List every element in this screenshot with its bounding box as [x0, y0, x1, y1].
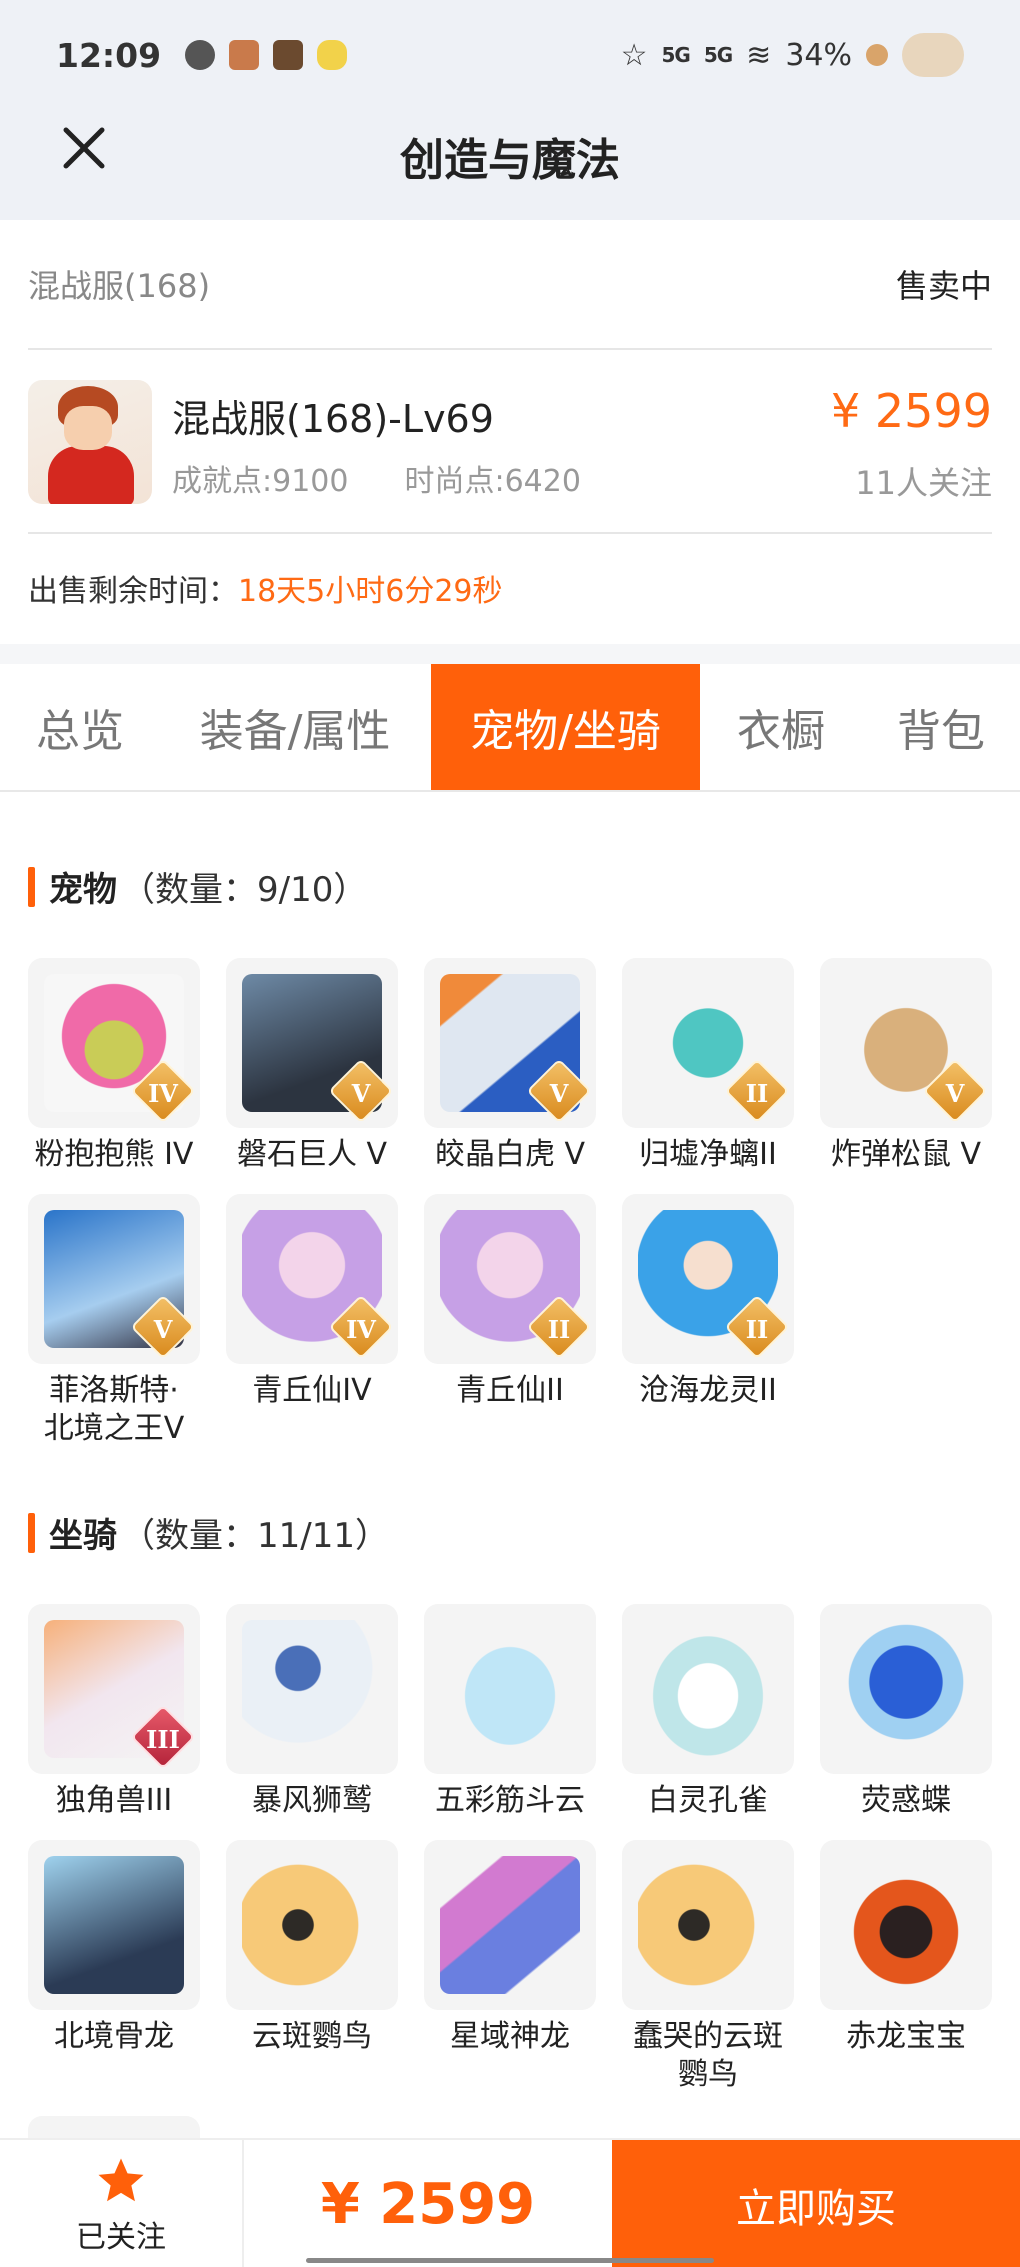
- star-filled-icon: [98, 2158, 144, 2201]
- pet-item[interactable]: IV 青丘仙IV: [226, 1194, 398, 1410]
- achievement-points: 成就点:9100: [172, 464, 349, 499]
- cookie-icon: [866, 44, 888, 66]
- mount-item[interactable]: 五彩筋斗云: [424, 1604, 596, 1820]
- mount-image: [440, 1856, 580, 1994]
- pet-name: 归墟净螭II: [639, 1137, 777, 1172]
- mount-name: 白灵孔雀: [648, 1783, 768, 1818]
- mount-name: 星域神龙: [450, 2019, 570, 2054]
- remaining-time-label: 出售剩余时间：: [28, 574, 238, 609]
- pet-item[interactable]: V 皎晶白虎 V: [424, 958, 596, 1174]
- server-name: 混战服(168): [28, 267, 211, 305]
- mount-image: [638, 1856, 778, 1994]
- tab-bar: 总览 装备/属性 宠物/坐骑 衣橱 背包: [0, 664, 1020, 792]
- pet-name: 青丘仙IV: [252, 1373, 372, 1408]
- mount-image: [440, 1620, 580, 1758]
- pet-name: 沧海龙灵II: [639, 1373, 777, 1408]
- mount-item[interactable]: 白灵孔雀: [622, 1604, 794, 1820]
- tab-overview[interactable]: 总览: [0, 664, 160, 790]
- mount-name: 独角兽III: [55, 1783, 173, 1818]
- top-header: 12:09 ☆ 5G 5G ≋ 34% 创造与魔法: [0, 0, 1020, 220]
- mount-image: [242, 1620, 382, 1758]
- mounts-section-count: （数量：11/11）: [121, 1516, 389, 1556]
- pets-section-count: （数量：9/10）: [121, 870, 368, 910]
- signal-icon-2: 5G: [703, 43, 733, 67]
- mount-item[interactable]: 云斑鹦鸟: [226, 1840, 398, 2056]
- pet-item[interactable]: V 磐石巨人 V: [226, 958, 398, 1174]
- mount-name: 北境骨龙: [54, 2019, 174, 2054]
- listing-price: ¥ 2599: [831, 384, 992, 438]
- tab-backpack[interactable]: 背包: [862, 664, 1020, 790]
- mount-item[interactable]: 荧惑蝶: [820, 1604, 992, 1820]
- remaining-time: 出售剩余时间： 18天5小时6分29秒: [28, 534, 992, 642]
- mount-item-partial: [28, 2116, 200, 2138]
- app-notification-icon: [185, 40, 216, 70]
- bottom-bar: 已关注 ¥ 2599 立即购买: [0, 2138, 1020, 2267]
- pet-name: 青丘仙II: [456, 1373, 564, 1408]
- follow-button[interactable]: 已关注: [0, 2140, 244, 2267]
- game-notification-icon: [229, 40, 260, 70]
- game-notification-icon-2: [273, 40, 304, 70]
- mount-item[interactable]: III 独角兽III: [28, 1604, 200, 1820]
- fashion-points: 时尚点:6420: [404, 464, 581, 499]
- pet-name: 炸弹松鼠 V: [830, 1137, 982, 1172]
- mount-item[interactable]: 蠢哭的云斑 鹦鸟: [622, 1840, 794, 2094]
- mount-name: 赤龙宝宝: [846, 2019, 966, 2054]
- mount-image: [242, 1856, 382, 1994]
- pet-name: 粉抱抱熊 IV: [34, 1137, 194, 1172]
- status-bar: 12:09 ☆ 5G 5G ≋ 34%: [56, 30, 964, 80]
- tab-wardrobe[interactable]: 衣橱: [710, 664, 852, 790]
- listing-info: 混战服(168) 售卖中 混战服(168)-Lv69 成就点:9100 时尚点:…: [28, 220, 992, 642]
- mount-item[interactable]: 北境骨龙: [28, 1840, 200, 2056]
- mount-item[interactable]: 星域神龙: [424, 1840, 596, 2056]
- mounts-section-header: 坐骑 （数量：11/11）: [28, 1508, 389, 1557]
- mount-name: 荧惑蝶: [861, 1783, 951, 1818]
- mount-name: 暴风狮鹫: [252, 1783, 372, 1818]
- status-time: 12:09: [56, 35, 162, 75]
- role-avatar: [28, 380, 152, 504]
- pets-section-header: 宠物 （数量：9/10）: [28, 862, 367, 911]
- tab-equipment[interactable]: 装备/属性: [170, 664, 420, 790]
- bottom-price: ¥ 2599: [320, 2172, 536, 2237]
- follow-label: 已关注: [76, 2219, 166, 2255]
- mounts-section-title: 坐骑: [49, 1516, 117, 1556]
- mount-name: 云斑鹦鸟: [252, 2019, 372, 2054]
- mount-name: 蠢哭的云斑 鹦鸟: [633, 2019, 783, 2092]
- pet-name: 磐石巨人 V: [236, 1137, 388, 1172]
- battery-level: 34%: [785, 37, 852, 73]
- pet-name: 皎晶白虎 V: [434, 1137, 586, 1172]
- pet-item[interactable]: IV 粉抱抱熊 IV: [28, 958, 200, 1174]
- mount-item[interactable]: 赤龙宝宝: [820, 1840, 992, 2056]
- mount-name: 五彩筋斗云: [435, 1783, 585, 1818]
- pet-item[interactable]: II 归墟净螭II: [622, 958, 794, 1174]
- mount-image: [836, 1856, 976, 1994]
- pets-section-title: 宠物: [49, 870, 117, 910]
- star-icon: ☆: [620, 37, 648, 73]
- page-title: 创造与魔法: [400, 135, 620, 186]
- pet-item[interactable]: II 青丘仙II: [424, 1194, 596, 1410]
- signal-icon: 5G: [661, 43, 690, 67]
- section-divider: [0, 644, 1020, 664]
- bunny-notification-icon: [317, 40, 348, 70]
- follower-count: 11人关注: [855, 464, 992, 502]
- pet-name: 菲洛斯特· 北境之王V: [43, 1373, 185, 1446]
- pet-item[interactable]: II 沧海龙灵II: [622, 1194, 794, 1410]
- mount-item[interactable]: 暴风狮鹫: [226, 1604, 398, 1820]
- remaining-time-value: 18天5小时6分29秒: [238, 574, 503, 609]
- mount-image: [44, 1856, 184, 1994]
- mount-image: [836, 1620, 976, 1758]
- pet-item[interactable]: V 炸弹松鼠 V: [820, 958, 992, 1174]
- mount-image: [638, 1620, 778, 1758]
- avatar: [902, 33, 964, 77]
- buy-now-button[interactable]: 立即购买: [612, 2140, 1020, 2267]
- tab-pets-mounts[interactable]: 宠物/坐骑: [431, 664, 700, 790]
- pet-item[interactable]: V 菲洛斯特· 北境之王V: [28, 1194, 200, 1448]
- wifi-icon: ≋: [746, 37, 772, 73]
- role-name: 混战服(168)-Lv69: [172, 397, 494, 441]
- home-indicator: [306, 2258, 714, 2263]
- role-card[interactable]: 混战服(168)-Lv69 成就点:9100 时尚点:6420 ¥ 2599 1…: [28, 350, 992, 534]
- sale-status: 售卖中: [895, 267, 992, 305]
